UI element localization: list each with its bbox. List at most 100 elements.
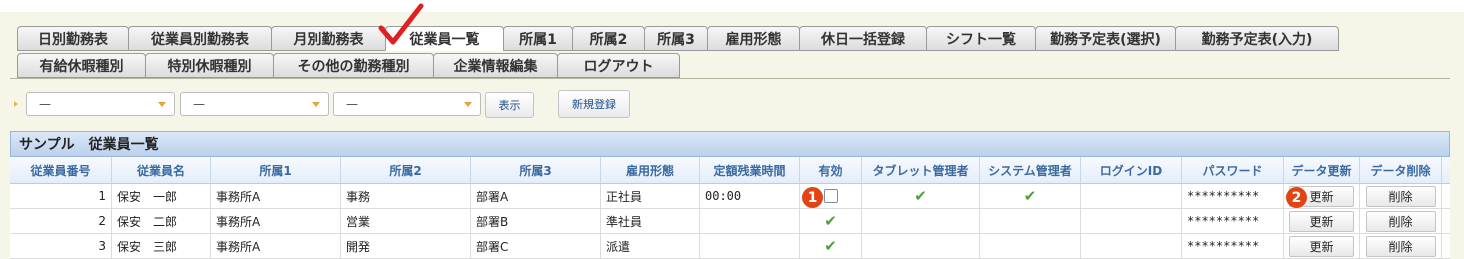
tab-paid-leave-type[interactable]: 有給休暇種別	[17, 53, 146, 78]
cell-id: 3	[10, 234, 112, 258]
tabs-baseline	[10, 78, 1450, 79]
cell-system	[980, 209, 1081, 233]
tab-dept2[interactable]: 所属2	[572, 26, 645, 51]
tab-daily-schedule[interactable]: 日別勤務表	[17, 26, 129, 51]
new-registration-button[interactable]: 新規登録	[558, 90, 630, 118]
col-header[interactable]: システム管理者	[980, 157, 1081, 183]
cell-valid: ✔	[800, 209, 862, 233]
employee-table: 従業員番号 従業員名 所属1 所属2 所属3 雇用形態 定額残業時間 有効 タブ…	[10, 157, 1450, 259]
valid-checkbox[interactable]	[823, 189, 838, 203]
table-row[interactable]: 3 保安 三郎 事務所A 開発 部署C 派遣 ✔ ********** 更新 削…	[10, 234, 1450, 259]
cell-tablet: ✔	[862, 184, 980, 208]
cell-delete: 削除	[1360, 209, 1442, 233]
panel-title: サンプル 従業員一覧	[10, 131, 1450, 157]
col-header[interactable]: データ削除	[1360, 157, 1442, 183]
col-header[interactable]: ログインID	[1081, 157, 1182, 183]
tab-employee-schedule[interactable]: 従業員別勤務表	[128, 26, 272, 51]
tab-monthly-schedule[interactable]: 月別勤務表	[271, 26, 386, 51]
annotation-badge-1: 1	[802, 187, 823, 208]
cell-dept3: 部署C	[471, 234, 601, 258]
show-button[interactable]: 表示	[485, 92, 534, 118]
cell-update: 更新	[1284, 209, 1360, 233]
tab-special-leave-type[interactable]: 特別休暇種別	[145, 53, 274, 78]
chevron-down-icon	[464, 102, 472, 107]
tab-plan-select[interactable]: 勤務予定表(選択)	[1035, 26, 1176, 51]
table-row[interactable]: 2 保安 二郎 事務所A 営業 部署B 準社員 ✔ ********** 更新 …	[10, 209, 1450, 234]
col-header[interactable]: 所属1	[211, 157, 341, 183]
col-header[interactable]: 雇用形態	[601, 157, 700, 183]
filter-select-dept3-value: —	[346, 97, 358, 111]
delete-button[interactable]: 削除	[1365, 235, 1436, 257]
col-header[interactable]: 所属2	[341, 157, 471, 183]
cell-name: 保安 二郎	[112, 209, 211, 233]
cell-type: 正社員	[601, 184, 700, 208]
table-header-row: 従業員番号 従業員名 所属1 所属2 所属3 雇用形態 定額残業時間 有効 タブ…	[10, 157, 1450, 184]
cell-dept2: 開発	[341, 234, 471, 258]
col-header[interactable]: 定額残業時間	[700, 157, 800, 183]
cell-tablet	[862, 234, 980, 258]
cell-dept2: 営業	[341, 209, 471, 233]
col-header[interactable]: 所属3	[471, 157, 601, 183]
cell-password: **********	[1182, 234, 1284, 258]
col-header[interactable]: タブレット管理者	[862, 157, 980, 183]
filter-select-dept1-value: —	[39, 97, 51, 111]
cell-password: **********	[1182, 184, 1284, 208]
main-tabs-row1: 日別勤務表 従業員別勤務表 月別勤務表 従業員一覧 所属1 所属2 所属3 雇用…	[17, 26, 1339, 51]
filter-select-dept3[interactable]: —	[333, 92, 481, 116]
table-row[interactable]: 1 保安 一郎 事務所A 事務 部署A 正社員 00:00 ✔ ✔ ******…	[10, 184, 1450, 209]
cell-update: 更新	[1284, 234, 1360, 258]
cell-overtime	[700, 234, 800, 258]
cell-id: 2	[10, 209, 112, 233]
cell-password: **********	[1182, 209, 1284, 233]
cell-tablet	[862, 209, 980, 233]
col-header[interactable]: 従業員名	[112, 157, 211, 183]
tab-plan-input[interactable]: 勤務予定表(入力)	[1175, 26, 1339, 51]
delete-button[interactable]: 削除	[1365, 210, 1436, 232]
filter-select-dept1[interactable]: —	[26, 92, 175, 116]
tab-employment-type[interactable]: 雇用形態	[707, 26, 800, 51]
red-checkmark-icon	[378, 3, 424, 45]
tab-company-edit[interactable]: 企業情報編集	[433, 53, 558, 78]
cell-overtime: 00:00	[700, 184, 800, 208]
cell-type: 派遣	[601, 234, 700, 258]
cell-dept1: 事務所A	[211, 209, 341, 233]
cell-login	[1081, 234, 1182, 258]
delete-button[interactable]: 削除	[1365, 185, 1436, 207]
col-header[interactable]: パスワード	[1182, 157, 1284, 183]
cell-dept2: 事務	[341, 184, 471, 208]
cell-type: 準社員	[601, 209, 700, 233]
tab-dept1[interactable]: 所属1	[503, 26, 573, 51]
annotation-badge-2: 2	[1286, 187, 1307, 208]
col-header[interactable]: データ更新	[1284, 157, 1360, 183]
cell-dept3: 部署A	[471, 184, 601, 208]
filter-select-dept2-value: —	[193, 97, 205, 111]
tab-bulk-holiday[interactable]: 休日一括登録	[799, 26, 927, 51]
cell-system: ✔	[980, 184, 1081, 208]
cell-valid: ✔	[800, 234, 862, 258]
update-button[interactable]: 更新	[1289, 210, 1354, 232]
filter-arrow-icon	[14, 101, 18, 107]
col-header[interactable]: 有効	[800, 157, 862, 183]
cell-login	[1081, 184, 1182, 208]
check-icon: ✔	[824, 237, 837, 255]
tab-logout[interactable]: ログアウト	[557, 53, 680, 78]
tab-shift-list[interactable]: シフト一覧	[926, 26, 1036, 51]
col-header[interactable]: 従業員番号	[10, 157, 112, 183]
check-icon: ✔	[914, 187, 927, 205]
tab-dept3[interactable]: 所属3	[644, 26, 708, 51]
main-tabs-row2: 有給休暇種別 特別休暇種別 その他の勤務種別 企業情報編集 ログアウト	[17, 53, 680, 78]
cell-delete: 削除	[1360, 234, 1442, 258]
cell-dept1: 事務所A	[211, 234, 341, 258]
cell-system	[980, 234, 1081, 258]
cell-name: 保安 三郎	[112, 234, 211, 258]
cell-dept1: 事務所A	[211, 184, 341, 208]
top-strip	[0, 0, 1464, 12]
cell-login	[1081, 209, 1182, 233]
tab-other-work-type[interactable]: その他の勤務種別	[273, 53, 434, 78]
update-button[interactable]: 更新	[1289, 235, 1354, 257]
cell-delete: 削除	[1360, 184, 1442, 208]
check-icon: ✔	[1023, 187, 1037, 205]
check-icon: ✔	[824, 212, 837, 230]
filter-select-dept2[interactable]: —	[180, 92, 329, 116]
cell-id: 1	[10, 184, 112, 208]
